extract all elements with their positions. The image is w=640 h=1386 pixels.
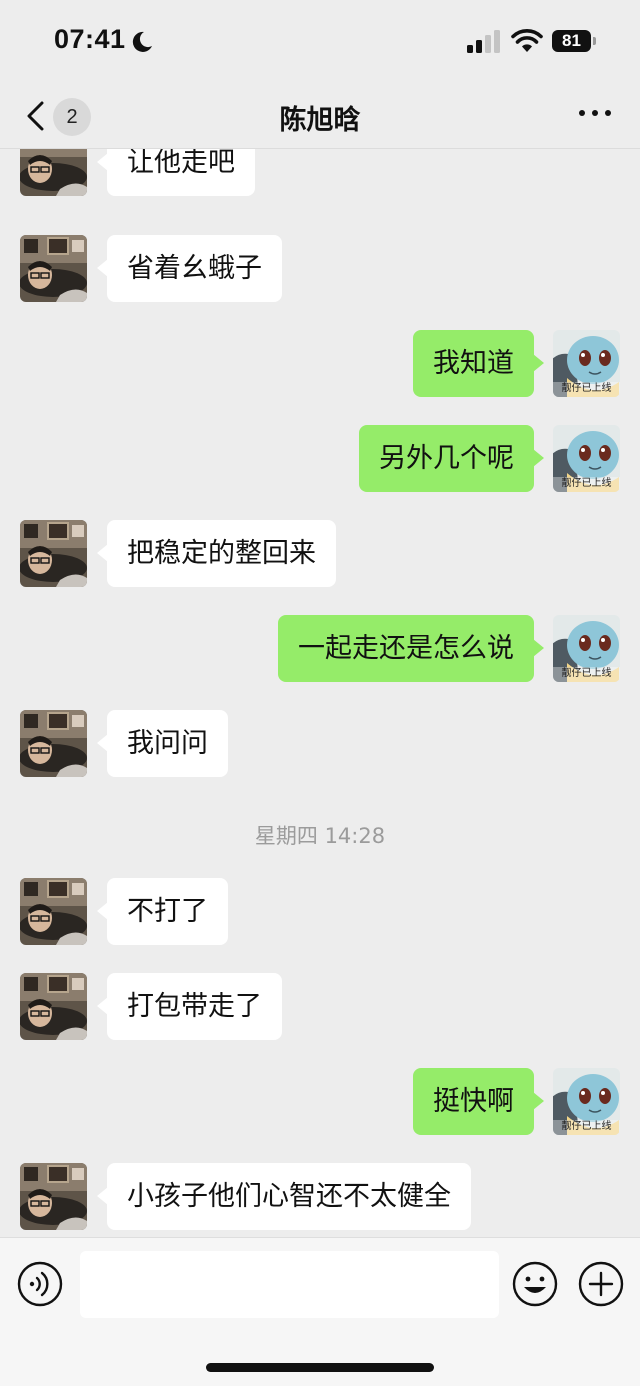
message-row: 靓仔已上线 一起走还是怎么说 [0,615,640,685]
battery-level: 81 [552,30,591,52]
message-row: 省着幺蛾子 [0,235,640,305]
message-bubble[interactable]: 不打了 [97,878,228,945]
contact-avatar[interactable] [20,1163,87,1230]
input-bar [0,1237,640,1386]
message-bubble[interactable]: 省着幺蛾子 [97,235,282,302]
self-avatar[interactable]: 靓仔已上线 [553,330,620,397]
battery-icon: 81 [552,30,598,54]
avatar-caption: 靓仔已上线 [561,383,612,394]
emoji-icon[interactable] [512,1261,558,1307]
more-options-icon[interactable] [574,98,616,128]
message-row: 靓仔已上线 我知道 [0,330,640,400]
message-row: 靓仔已上线 另外几个呢 [0,425,640,495]
contact-avatar[interactable] [20,149,87,196]
avatar-caption: 靓仔已上线 [561,1121,612,1132]
message-row: 把稳定的整回来 [0,520,640,590]
message-bubble[interactable]: 小孩子他们心智还不太健全 [97,1163,471,1230]
message-bubble[interactable]: 另外几个呢 [359,425,544,492]
message-row: 不打了 [0,878,640,948]
cellular-signal-icon [467,30,500,53]
message-row: 我问问 [0,710,640,780]
plus-icon[interactable] [578,1261,624,1307]
contact-avatar[interactable] [20,878,87,945]
voice-input-icon[interactable] [17,1261,63,1307]
contact-avatar[interactable] [20,520,87,587]
message-row: 打包带走了 [0,973,640,1043]
avatar-caption: 靓仔已上线 [561,478,612,489]
message-input[interactable] [80,1251,499,1318]
message-row: 靓仔已上线 挺快啊 [0,1068,640,1138]
message-bubble[interactable]: 挺快啊 [413,1068,544,1135]
message-row: 让他走吧 [0,149,640,199]
message-bubble[interactable]: 让他走吧 [97,149,255,196]
contact-avatar[interactable] [20,973,87,1040]
message-bubble[interactable]: 我知道 [413,330,544,397]
contact-avatar[interactable] [20,235,87,302]
message-bubble[interactable]: 一起走还是怎么说 [278,615,544,682]
self-avatar[interactable]: 靓仔已上线 [553,1068,620,1135]
avatar-caption: 靓仔已上线 [561,668,612,679]
contact-avatar[interactable] [20,710,87,777]
status-bar: 07:41 81 [0,0,640,88]
message-row: 小孩子他们心智还不太健全 [0,1163,640,1233]
message-bubble[interactable]: 把稳定的整回来 [97,520,336,587]
moon-icon [132,31,152,52]
home-indicator [206,1363,434,1372]
message-list[interactable]: 让他走吧 省着幺蛾子 靓仔已上线 我知道 靓仔已上线 另外几个呢 把稳定的整回来… [0,149,640,1237]
wifi-icon [511,29,543,52]
chat-header: 2 陈旭晗 [0,88,640,149]
message-bubble[interactable]: 打包带走了 [97,973,282,1040]
status-time: 07:41 [54,24,126,54]
chat-title: 陈旭晗 [279,105,361,136]
message-timestamp: 星期四 14:28 [254,824,386,848]
self-avatar[interactable]: 靓仔已上线 [553,615,620,682]
message-bubble[interactable]: 我问问 [97,710,228,777]
self-avatar[interactable]: 靓仔已上线 [553,425,620,492]
